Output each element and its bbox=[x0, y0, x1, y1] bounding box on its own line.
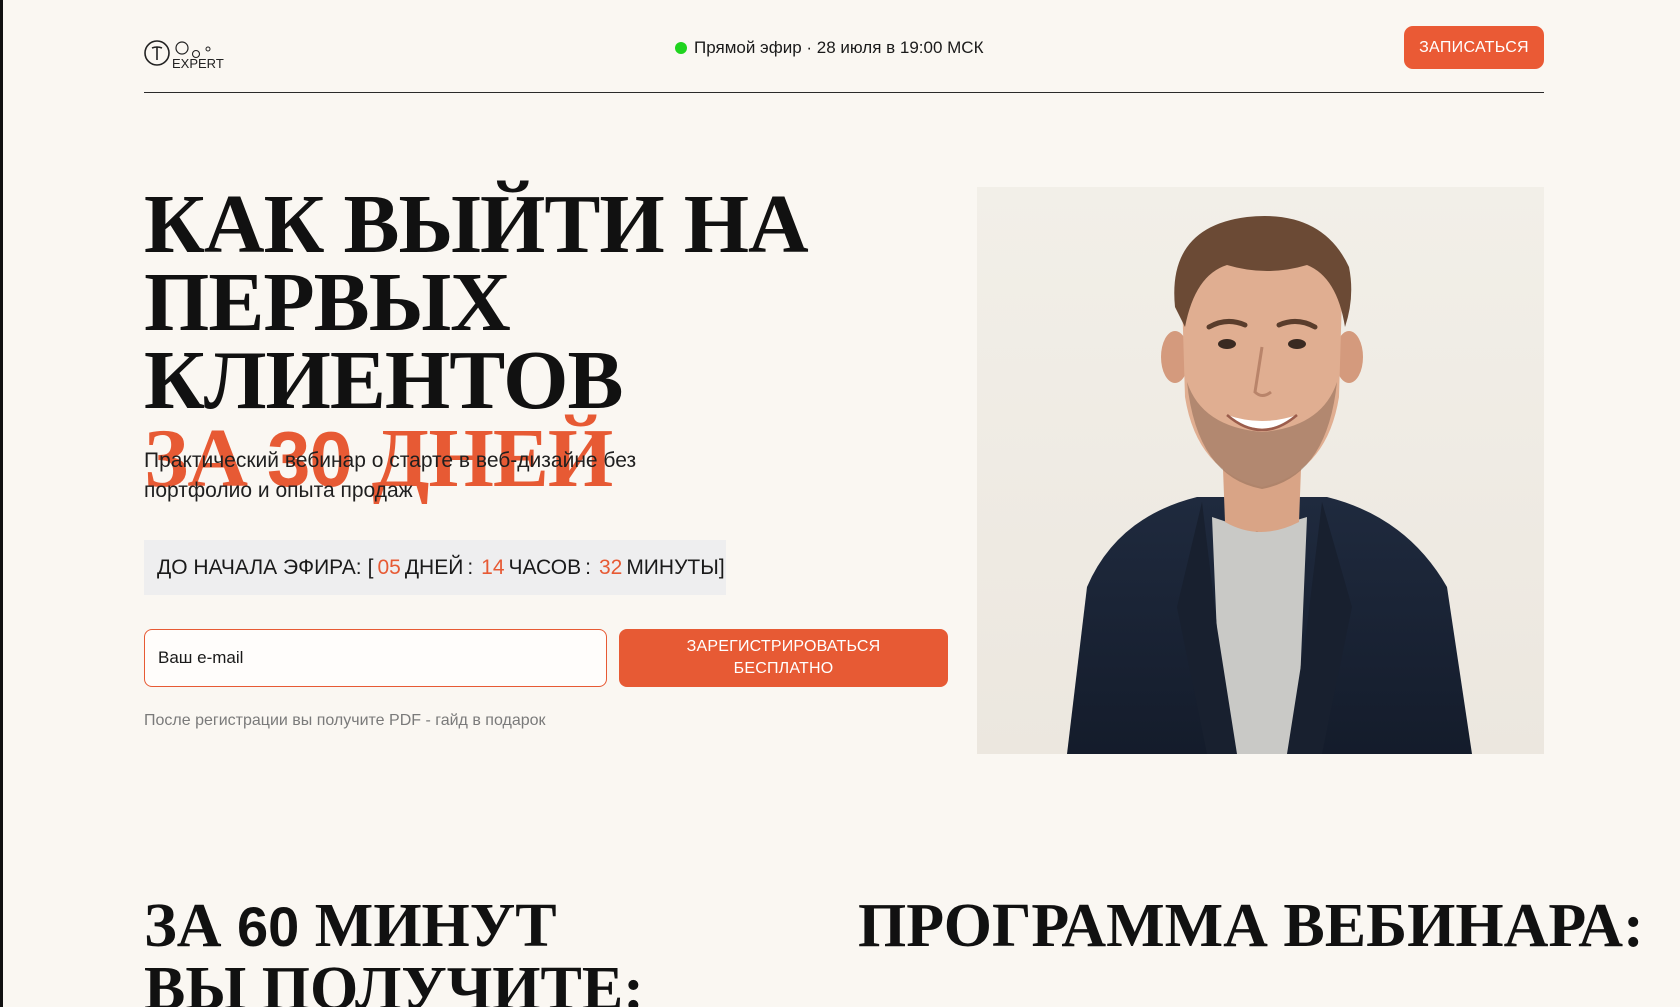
email-input[interactable] bbox=[144, 629, 607, 687]
countdown-open-bracket: [ bbox=[367, 555, 374, 579]
benefits-title-line2: ВЫ ПОЛУЧИТЕ: bbox=[144, 955, 644, 1007]
countdown-label: ДО НАЧАЛА ЭФИРА: bbox=[157, 555, 362, 579]
countdown-hours: 14 bbox=[481, 555, 505, 579]
register-free-button[interactable]: ЗАРЕГИСТРИРОВАТЬСЯ БЕСПЛАТНО bbox=[619, 629, 948, 687]
countdown-separator: : bbox=[467, 555, 474, 579]
countdown-minutes: 32 bbox=[598, 555, 623, 579]
landing-page: EXPERT Прямой эфир · 28 июля в 19:00 МСК… bbox=[0, 0, 1680, 1007]
countdown-minutes-label: МИНУТЫ bbox=[626, 555, 719, 579]
speaker-photo bbox=[977, 187, 1544, 754]
logo-text: EXPERT bbox=[172, 56, 224, 69]
section-benefits-title: ЗА 60 МИНУТ ВЫ ПОЛУЧИТЕ: bbox=[144, 895, 664, 1007]
countdown-close-bracket: ] bbox=[718, 555, 725, 579]
countdown-days-label: ДНЕЙ bbox=[404, 555, 464, 579]
countdown-days: 05 bbox=[377, 555, 401, 579]
countdown-hours-label: ЧАСОВ bbox=[508, 555, 582, 579]
signup-button[interactable]: ЗАПИСАТЬСЯ bbox=[1404, 26, 1544, 69]
registration-note: После регистрации вы получите PDF - гайд… bbox=[144, 712, 546, 729]
benefits-title-number: 60 bbox=[237, 895, 300, 958]
live-dot-icon bbox=[675, 42, 687, 54]
benefits-title-pre: ЗА bbox=[144, 892, 237, 960]
register-button-line2: БЕСПЛАТНО bbox=[733, 660, 834, 677]
benefits-title-post: МИНУТ bbox=[299, 892, 557, 960]
hero-title-line2: ПЕРВЫХ КЛИЕНТОВ bbox=[144, 256, 623, 427]
countdown-timer: ДО НАЧАЛА ЭФИРА: [ 05 ДНЕЙ : 14 ЧАСОВ : … bbox=[144, 540, 726, 595]
logo-mark-icon: EXPERT bbox=[144, 40, 224, 71]
section-program-title: ПРОГРАММА ВЕБИНАРА: bbox=[858, 892, 1644, 960]
live-text: Прямой эфир · 28 июля в 19:00 МСК bbox=[694, 38, 984, 57]
hero-subtitle: Практический вебинар о старте в веб-диза… bbox=[144, 449, 637, 502]
site-header: EXPERT Прямой эфир · 28 июля в 19:00 МСК… bbox=[144, 25, 1544, 93]
speaker-portrait-image bbox=[1067, 216, 1472, 754]
register-button-line1: ЗАРЕГИСТРИРОВАТЬСЯ bbox=[686, 638, 881, 655]
countdown-separator: : bbox=[585, 555, 591, 579]
logo[interactable]: EXPERT bbox=[144, 33, 234, 71]
live-broadcast-info: Прямой эфир · 28 июля в 19:00 МСК bbox=[675, 38, 983, 58]
